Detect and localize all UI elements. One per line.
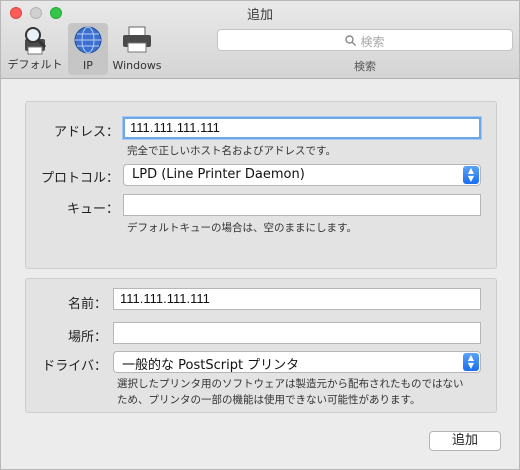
toolbar-item-windows[interactable]: Windows — [109, 23, 165, 75]
queue-label: キュー： — [66, 202, 119, 217]
address-field[interactable]: 111.111.111.111 — [123, 117, 481, 139]
name-label: 名前： — [67, 297, 107, 312]
protocol-popup[interactable]: LPD (Line Printer Daemon) ▲ ▼ — [123, 164, 481, 186]
name-field[interactable]: 111.111.111.111 — [113, 288, 481, 310]
driver-label: ドライバ： — [42, 359, 107, 374]
location-field[interactable] — [113, 322, 481, 344]
toolbar-item-label: Windows — [112, 59, 162, 72]
driver-hint-line-2: ため、プリンタの一部の機能は使用できない可能性があります。 — [117, 394, 421, 406]
search-placeholder: 検索 — [360, 35, 385, 49]
queue-field[interactable] — [123, 194, 481, 216]
popup-arrows-icon: ▲ ▼ — [463, 166, 479, 184]
add-printer-window: 追加 デフォルト IP Windows 検索 検索 アドレス： 111.111.… — [0, 0, 520, 470]
protocol-value: LPD (Line Printer Daemon) — [132, 167, 305, 182]
search-icon — [345, 35, 357, 49]
protocol-label: プロトコル： — [40, 171, 119, 186]
toolbar-item-default[interactable]: デフォルト — [5, 23, 65, 75]
driver-value: 一般的な PostScript プリンタ — [122, 358, 300, 373]
address-hint: 完全で正しいホスト名およびアドレスです。 — [127, 145, 336, 157]
toolbar-item-label: IP — [83, 59, 93, 72]
driver-hint-line-1: 選択したプリンタ用のソフトウェアは製造元から配布されたものではない — [117, 378, 464, 390]
popup-arrows-icon: ▲ ▼ — [463, 353, 479, 371]
window-title: 追加 — [246, 8, 273, 23]
search-input[interactable]: 検索 — [217, 29, 513, 51]
search-label: 検索 — [354, 60, 376, 73]
toolbar-item-label: デフォルト — [7, 58, 63, 71]
windows-printer-icon — [123, 26, 151, 53]
queue-hint: デフォルトキューの場合は、空のままにします。 — [127, 222, 357, 234]
titlebar: 追加 デフォルト IP Windows 検索 検索 — [1, 1, 519, 79]
location-label: 場所： — [67, 330, 107, 345]
ip-globe-icon — [74, 26, 102, 54]
toolbar-item-ip[interactable]: IP — [68, 23, 108, 75]
default-printer-icon — [25, 27, 47, 55]
add-button[interactable]: 追加 — [429, 431, 501, 451]
driver-popup[interactable]: 一般的な PostScript プリンタ ▲ ▼ — [113, 351, 481, 373]
address-label: アドレス： — [53, 125, 119, 140]
